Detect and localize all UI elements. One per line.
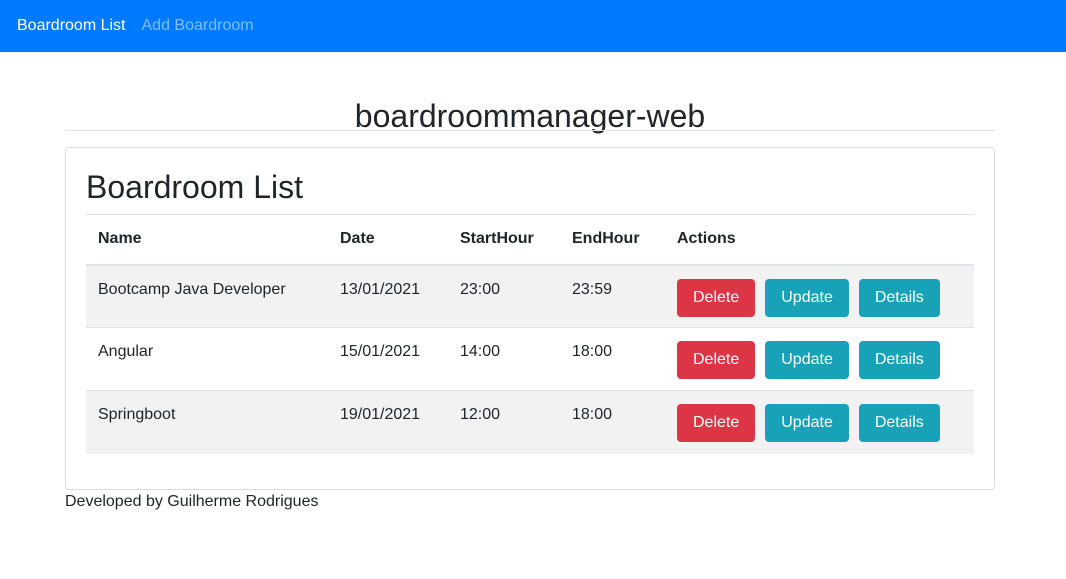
header-date: Date xyxy=(328,214,448,266)
cell-date: 19/01/2021 xyxy=(328,390,448,454)
cell-end-hour: 18:00 xyxy=(560,327,665,391)
header-actions: Actions xyxy=(665,214,974,266)
cell-start-hour: 23:00 xyxy=(448,264,560,328)
table-header-row: Name Date StartHour EndHour Actions xyxy=(86,214,974,266)
cell-date: 15/01/2021 xyxy=(328,327,448,391)
delete-button[interactable]: Delete xyxy=(677,404,756,442)
delete-button[interactable]: Delete xyxy=(677,341,756,379)
nav-boardroom-list[interactable]: Boardroom List xyxy=(17,17,126,35)
update-button[interactable]: Update xyxy=(765,341,849,379)
table-row: Bootcamp Java Developer 13/01/2021 23:00… xyxy=(86,264,974,328)
update-button[interactable]: Update xyxy=(765,404,849,442)
cell-actions: Delete Update Details xyxy=(665,264,974,328)
cell-end-hour: 18:00 xyxy=(560,390,665,454)
details-button[interactable]: Details xyxy=(858,404,940,442)
delete-button[interactable]: Delete xyxy=(677,278,756,317)
nav-add-boardroom[interactable]: Add Boardroom xyxy=(142,17,254,35)
details-button[interactable]: Details xyxy=(858,341,940,379)
cell-name: Springboot xyxy=(86,390,328,454)
cell-date: 13/01/2021 xyxy=(328,264,448,328)
header-start-hour: StartHour xyxy=(448,214,560,266)
title-divider xyxy=(65,130,995,131)
header-end-hour: EndHour xyxy=(560,214,665,266)
table-row: Angular 15/01/2021 14:00 18:00 Delete Upd… xyxy=(86,327,974,391)
card-title: Boardroom List xyxy=(86,169,303,205)
cell-start-hour: 14:00 xyxy=(448,327,560,391)
cell-start-hour: 12:00 xyxy=(448,390,560,454)
boardroom-card: Boardroom List Name Date StartHour EndHo… xyxy=(65,147,995,490)
cell-name: Bootcamp Java Developer xyxy=(86,264,328,328)
update-button[interactable]: Update xyxy=(765,278,849,317)
boardroom-table: Name Date StartHour EndHour Actions Boot… xyxy=(86,214,974,454)
table-row: Springboot 19/01/2021 12:00 18:00 Delete… xyxy=(86,390,974,454)
top-navbar: Boardroom List Add Boardroom xyxy=(0,0,1066,52)
header-name: Name xyxy=(86,214,328,266)
cell-actions: Delete Update Details xyxy=(665,327,974,391)
app-title: boardroommanager-web xyxy=(354,98,706,135)
footer-credit: Developed by Guilherme Rodrigues xyxy=(65,493,319,510)
cell-end-hour: 23:59 xyxy=(560,264,665,328)
cell-actions: Delete Update Details xyxy=(665,390,974,454)
cell-name: Angular xyxy=(86,327,328,391)
details-button[interactable]: Details xyxy=(858,278,940,317)
